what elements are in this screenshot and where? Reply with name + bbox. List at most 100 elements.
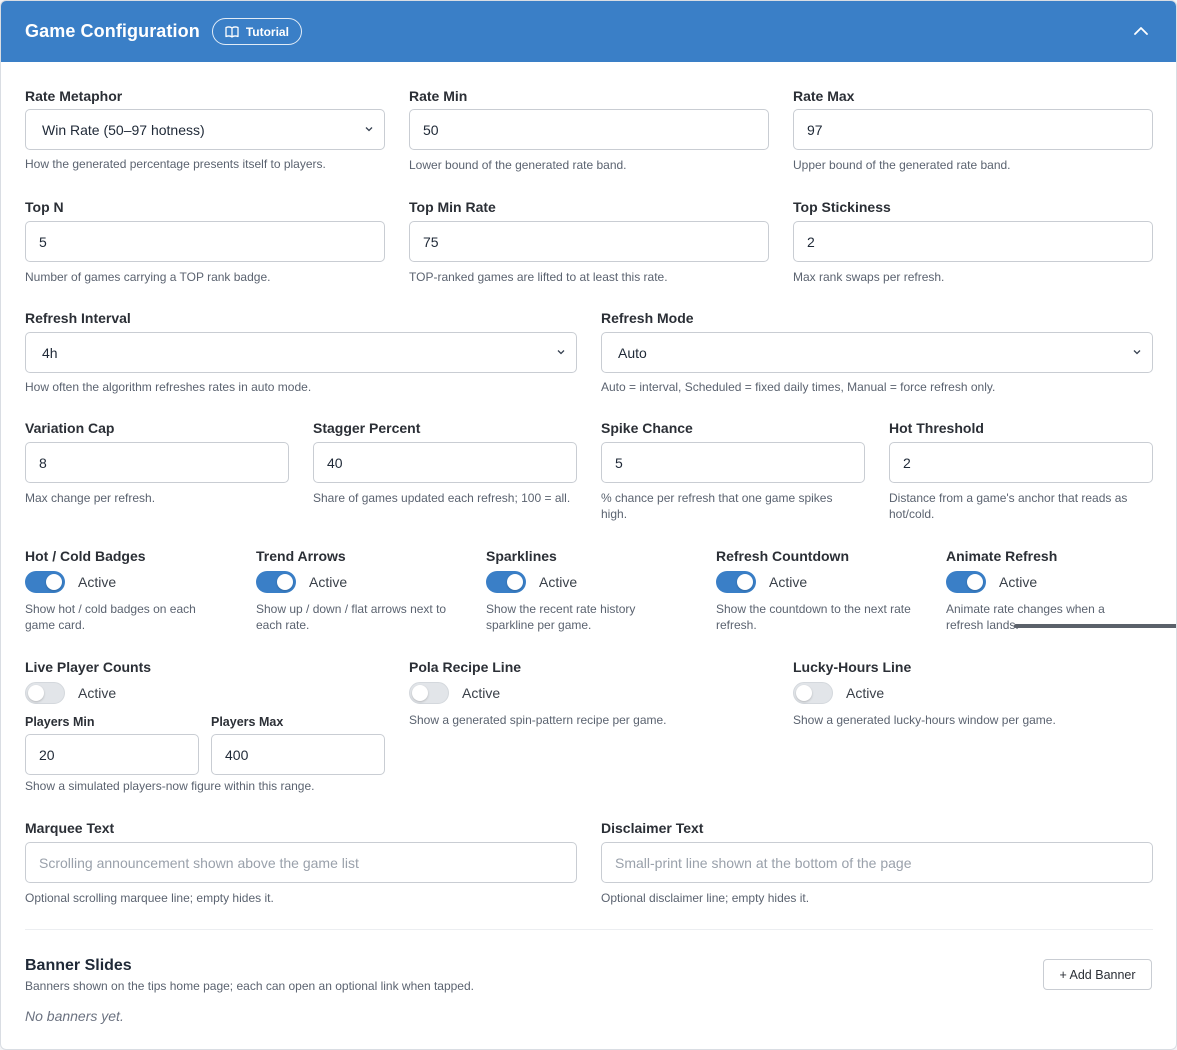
live-players-switch[interactable] (25, 682, 65, 704)
tutorial-button[interactable]: Tutorial (211, 18, 302, 45)
stagger-percent-help: Share of games updated each refresh; 100… (313, 491, 571, 505)
switch-knob (737, 574, 753, 590)
live-players-state: Active (78, 685, 117, 701)
sparklines-toggle[interactable]: Active (486, 571, 577, 593)
rate-metaphor-select[interactable]: Win Rate (50–97 hotness) (25, 109, 385, 150)
sparklines-switch[interactable] (486, 571, 526, 593)
marquee-text-label: Marquee Text (25, 820, 115, 836)
banner-slides-title: Banner Slides (25, 957, 132, 974)
panel-header: Game Configuration Tutorial (1, 1, 1176, 62)
disclaimer-text-help: Optional disclaimer line; empty hides it… (601, 891, 810, 905)
lucky-hours-help: Show a generated lucky-hours window per … (793, 713, 1056, 727)
lucky-hours-switch[interactable] (793, 682, 833, 704)
chevron-down-icon (1132, 347, 1142, 357)
marquee-text-help: Optional scrolling marquee line; empty h… (25, 891, 274, 905)
variation-cap-input[interactable]: 8 (25, 442, 289, 483)
players-min-label: Players Min (25, 715, 95, 729)
trend-arrows-switch[interactable] (256, 571, 296, 593)
refresh-mode-help: Auto = interval, Scheduled = fixed daily… (601, 380, 996, 394)
pola-recipe-label: Pola Recipe Line (409, 659, 522, 675)
animate-refresh-help: Animate rate changes when a refresh land… (946, 602, 1105, 632)
players-min-input[interactable]: 20 (25, 734, 199, 775)
top-min-rate-label: Top Min Rate (409, 199, 496, 215)
top-min-rate-help: TOP-ranked games are lifted to at least … (409, 270, 668, 284)
spike-chance-label: Spike Chance (601, 420, 693, 436)
tutorial-label: Tutorial (245, 24, 289, 39)
panel-body: Rate Metaphor Win Rate (50–97 hotness) H… (1, 62, 1176, 1049)
spike-chance-value: 5 (615, 454, 623, 471)
rate-metaphor-label: Rate Metaphor (25, 88, 123, 104)
rate-min-help: Lower bound of the generated rate band. (409, 158, 627, 172)
rate-max-help: Upper bound of the generated rate band. (793, 158, 1011, 172)
pola-recipe-help: Show a generated spin-pattern recipe per… (409, 713, 667, 727)
stagger-percent-label: Stagger Percent (313, 420, 421, 436)
lucky-hours-state: Active (846, 685, 885, 701)
top-n-label: Top N (25, 199, 64, 215)
refresh-countdown-switch[interactable] (716, 571, 756, 593)
spike-chance-input[interactable]: 5 (601, 442, 865, 483)
switch-knob (967, 574, 983, 590)
marquee-text-input[interactable]: Scrolling announcement shown above the g… (25, 842, 577, 883)
refresh-interval-help: How often the algorithm refreshes rates … (25, 380, 312, 394)
lucky-hours-label: Lucky-Hours Line (793, 659, 912, 675)
players-max-label: Players Max (211, 715, 284, 729)
top-stickiness-help: Max rank swaps per refresh. (793, 270, 945, 284)
refresh-mode-select[interactable]: Auto (601, 332, 1153, 373)
variation-cap-label: Variation Cap (25, 420, 115, 436)
players-min-value: 20 (39, 746, 55, 763)
hot-cold-toggle[interactable]: Active (25, 571, 116, 593)
rate-min-value: 50 (423, 121, 439, 138)
animate-refresh-state: Active (999, 574, 1038, 590)
hot-cold-switch[interactable] (25, 571, 65, 593)
top-n-input[interactable]: 5 (25, 221, 385, 262)
switch-knob (412, 685, 428, 701)
lucky-hours-toggle[interactable]: Active (793, 682, 884, 704)
players-max-value: 400 (225, 746, 249, 763)
horizontal-scroll-indicator[interactable] (1014, 624, 1176, 628)
rate-metaphor-help: How the generated percentage presents it… (25, 157, 326, 171)
refresh-countdown-toggle[interactable]: Active (716, 571, 807, 593)
refresh-mode-value: Auto (618, 344, 647, 361)
trend-arrows-toggle[interactable]: Active (256, 571, 347, 593)
animate-refresh-switch[interactable] (946, 571, 986, 593)
live-players-help: Show a simulated players-now figure with… (25, 779, 315, 793)
disclaimer-text-placeholder: Small-print line shown at the bottom of … (615, 854, 912, 871)
rate-max-value: 97 (807, 121, 823, 138)
sparklines-label: Sparklines (486, 548, 557, 564)
switch-knob (277, 574, 293, 590)
hot-threshold-input[interactable]: 2 (889, 442, 1153, 483)
trend-arrows-help: Show up / down / flat arrows next to eac… (256, 602, 447, 632)
pola-recipe-toggle[interactable]: Active (409, 682, 500, 704)
top-stickiness-input[interactable]: 2 (793, 221, 1153, 262)
top-min-rate-input[interactable]: 75 (409, 221, 769, 262)
top-stickiness-value: 2 (807, 233, 815, 250)
hot-cold-state: Active (78, 574, 117, 590)
chevron-down-icon (556, 347, 566, 357)
top-stickiness-label: Top Stickiness (793, 199, 891, 215)
disclaimer-text-input[interactable]: Small-print line shown at the bottom of … (601, 842, 1153, 883)
players-max-input[interactable]: 400 (211, 734, 385, 775)
rate-min-label: Rate Min (409, 88, 468, 104)
trend-arrows-state: Active (309, 574, 348, 590)
rate-max-input[interactable]: 97 (793, 109, 1153, 150)
game-configuration-panel: Game Configuration Tutorial Rate Metapho… (0, 0, 1177, 1050)
refresh-countdown-label: Refresh Countdown (716, 548, 849, 564)
sparklines-help: Show the recent rate history sparkline p… (486, 602, 636, 632)
variation-cap-value: 8 (39, 454, 47, 471)
variation-cap-help: Max change per refresh. (25, 491, 156, 505)
refresh-interval-select[interactable]: 4h (25, 332, 577, 373)
add-banner-button[interactable]: + Add Banner (1043, 959, 1152, 990)
live-players-label: Live Player Counts (25, 659, 152, 675)
animate-refresh-label: Animate Refresh (946, 548, 1058, 564)
live-players-toggle[interactable]: Active (25, 682, 116, 704)
top-min-rate-value: 75 (423, 233, 439, 250)
sparklines-state: Active (539, 574, 578, 590)
animate-refresh-toggle[interactable]: Active (946, 571, 1037, 593)
chevron-up-icon[interactable] (1132, 22, 1150, 40)
stagger-percent-input[interactable]: 40 (313, 442, 577, 483)
refresh-interval-value: 4h (42, 344, 58, 361)
banner-slides-description: Banners shown on the tips home page; eac… (25, 979, 474, 993)
top-n-help: Number of games carrying a TOP rank badg… (25, 270, 271, 284)
rate-min-input[interactable]: 50 (409, 109, 769, 150)
pola-recipe-switch[interactable] (409, 682, 449, 704)
